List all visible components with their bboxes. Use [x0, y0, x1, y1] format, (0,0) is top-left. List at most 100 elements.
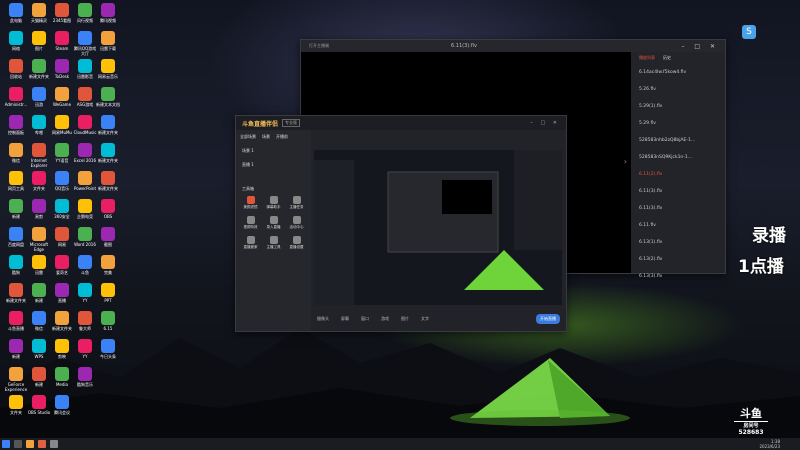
- desktop-icon[interactable]: ASG游戏: [73, 87, 97, 107]
- tool-item[interactable]: 视频特效: [242, 216, 259, 230]
- desktop-icon[interactable]: 截图: [96, 227, 120, 247]
- desktop-icon[interactable]: 酷狗: [4, 255, 28, 275]
- desktop-icon[interactable]: 爱奇艺: [50, 255, 74, 275]
- desktop-icon[interactable]: 迅雷下载: [96, 31, 120, 51]
- desktop-icon[interactable]: 网页工具: [4, 171, 28, 191]
- desktop-icon[interactable]: PowerPoint: [73, 171, 97, 191]
- playlist-item[interactable]: 6.11.flv: [631, 217, 725, 234]
- desktop-icon[interactable]: YY语音: [50, 143, 74, 163]
- desktop-icon[interactable]: OBS: [96, 199, 120, 219]
- desktop-icon[interactable]: 斗鱼直播: [4, 311, 28, 331]
- playlist-item[interactable]: 6.13(1).flv: [631, 234, 725, 251]
- desktop-icon[interactable]: 腾讯会议: [50, 395, 74, 415]
- desktop-icon[interactable]: 企鹅电竞: [73, 199, 97, 219]
- playlist-item[interactable]: 5.26.flv: [631, 81, 725, 98]
- desktop-icon[interactable]: Internet Explorer: [27, 143, 51, 168]
- window-controls[interactable]: – □ ✕: [681, 43, 719, 50]
- desktop-icon[interactable]: 2345看图: [50, 3, 74, 23]
- desktop-icon[interactable]: 迅雷影音: [73, 59, 97, 79]
- search-icon[interactable]: [14, 440, 22, 448]
- desktop-icon[interactable]: 网易MuMu: [50, 115, 74, 135]
- desktop-icon[interactable]: 新建文件夹: [96, 115, 120, 135]
- scene-tab[interactable]: 场景: [262, 134, 270, 140]
- desktop-icon[interactable]: 网易: [50, 227, 74, 247]
- source-button[interactable]: 文字: [421, 316, 429, 322]
- clock[interactable]: 1:38 2023/6/23: [759, 439, 780, 449]
- desktop-icon[interactable]: 新建文件夹: [4, 283, 28, 303]
- playlist-item[interactable]: 6.11(3).flv: [631, 200, 725, 217]
- desktop-icon[interactable]: YY: [73, 339, 97, 359]
- desktop-icon[interactable]: Steam: [50, 31, 74, 51]
- desktop-icon[interactable]: 剪映: [50, 339, 74, 359]
- playlist-item[interactable]: 6.14ac4lw.f5kow4.flv: [631, 64, 725, 81]
- desktop-icon[interactable]: Media: [50, 367, 74, 387]
- desktop-icon[interactable]: 图片: [27, 31, 51, 51]
- desktop-icon[interactable]: 百度网盘: [4, 227, 28, 247]
- scene-item[interactable]: 场景 1: [236, 144, 311, 158]
- folder-icon[interactable]: [26, 440, 34, 448]
- playlist-item[interactable]: 528583nSQ9Kjck1n-1...: [631, 149, 725, 166]
- desktop-icon[interactable]: 新建: [27, 283, 51, 303]
- source-button[interactable]: 图片: [401, 316, 409, 322]
- desktop-icon[interactable]: WeGame: [50, 87, 74, 107]
- desktop-icon[interactable]: ToDesk: [50, 59, 74, 79]
- desktop-icon[interactable]: 鲁大师: [73, 311, 97, 331]
- live-companion-window[interactable]: 斗鱼直播伴侣 专业版 – □ ✕ 全部场景 场景 开播前 场景 1 直播 1 工具箱…: [235, 115, 567, 332]
- desktop-icon[interactable]: 新建文件夹: [96, 171, 120, 191]
- source-button[interactable]: 屏幕: [341, 316, 349, 322]
- desktop-icon[interactable]: 新建: [4, 199, 28, 219]
- tool-item[interactable]: 主播任务: [288, 196, 305, 210]
- desktop-icon[interactable]: 控制面板: [4, 115, 28, 135]
- scene-item[interactable]: 直播 1: [236, 158, 311, 172]
- desktop-icon[interactable]: 斗鱼: [73, 255, 97, 275]
- player-app-icon[interactable]: [50, 440, 58, 448]
- desktop-icon[interactable]: 新建文件夹: [96, 143, 120, 163]
- desktop-icon[interactable]: OBS Studio: [27, 395, 51, 415]
- desktop-icon[interactable]: 360安全: [50, 199, 74, 219]
- tool-item[interactable]: 美颜滤镜: [242, 196, 259, 210]
- source-button[interactable]: 摄像头: [317, 316, 329, 322]
- desktop-icon[interactable]: WPS: [27, 339, 51, 359]
- desktop-icon[interactable]: 新建文件夹: [50, 311, 74, 331]
- desktop-icon[interactable]: 文件夹: [27, 171, 51, 191]
- playlist-item[interactable]: 528583nhb2zQ8bjAE-1...: [631, 132, 725, 149]
- desktop-icon[interactable]: 哔哩: [27, 115, 51, 135]
- desktop-icon[interactable]: 微信: [27, 311, 51, 331]
- desktop-icon[interactable]: Microsoft Edge: [27, 227, 51, 252]
- window-controls[interactable]: – □ ✕: [530, 120, 560, 126]
- live-app-icon[interactable]: [38, 440, 46, 448]
- desktop-icon[interactable]: PPT: [96, 283, 120, 303]
- tool-item[interactable]: 活动中心: [288, 216, 305, 230]
- desktop-icon[interactable]: 微信: [4, 143, 28, 163]
- tool-item[interactable]: 主播工具: [265, 236, 282, 250]
- desktop-icon[interactable]: 易剪: [27, 199, 51, 219]
- desktop-icon[interactable]: 风行视频: [73, 3, 97, 23]
- desktop-icon[interactable]: 完美: [96, 255, 120, 275]
- open-host-link[interactable]: 打开主播端: [309, 43, 329, 49]
- desktop-icon[interactable]: 腾讯视频: [96, 3, 120, 23]
- tool-item[interactable]: 直播设置: [288, 236, 305, 250]
- desktop-icon[interactable]: 腾讯QQ游戏大厅: [73, 31, 97, 56]
- desktop-icon[interactable]: 网易云音乐: [96, 59, 120, 79]
- desktop-icon[interactable]: 此电脑: [4, 3, 28, 23]
- playlist-item[interactable]: 6.13(3).flv: [631, 268, 725, 285]
- tool-item[interactable]: 直播管家: [242, 236, 259, 250]
- source-button[interactable]: 游戏: [381, 316, 389, 322]
- desktop-icon[interactable]: 酷狗音乐: [73, 367, 97, 387]
- playlist-item[interactable]: 6.11(3).flv: [631, 183, 725, 200]
- desktop-icon[interactable]: GeForce Experience: [4, 367, 28, 392]
- desktop-icon[interactable]: 新建: [27, 367, 51, 387]
- desktop-icon[interactable]: Word 2016: [73, 227, 97, 247]
- tool-item[interactable]: 录入直播: [265, 216, 282, 230]
- tool-item[interactable]: 弹幕助手: [265, 196, 282, 210]
- desktop-icon[interactable]: Administr...: [4, 87, 28, 107]
- desktop-icon[interactable]: 新建: [4, 339, 28, 359]
- desktop-icon[interactable]: 迅雷: [27, 255, 51, 275]
- playlist-item[interactable]: 6.11(2).flv: [631, 166, 725, 183]
- tab-history[interactable]: 历史: [663, 55, 671, 61]
- desktop-icon[interactable]: 迅游: [27, 87, 51, 107]
- scene-tab[interactable]: 全部场景: [240, 134, 256, 140]
- tab-playlist[interactable]: 播放列表: [639, 55, 655, 61]
- playlist-item[interactable]: 5.29(1).flv: [631, 98, 725, 115]
- desktop-icon[interactable]: 今日头条: [96, 339, 120, 359]
